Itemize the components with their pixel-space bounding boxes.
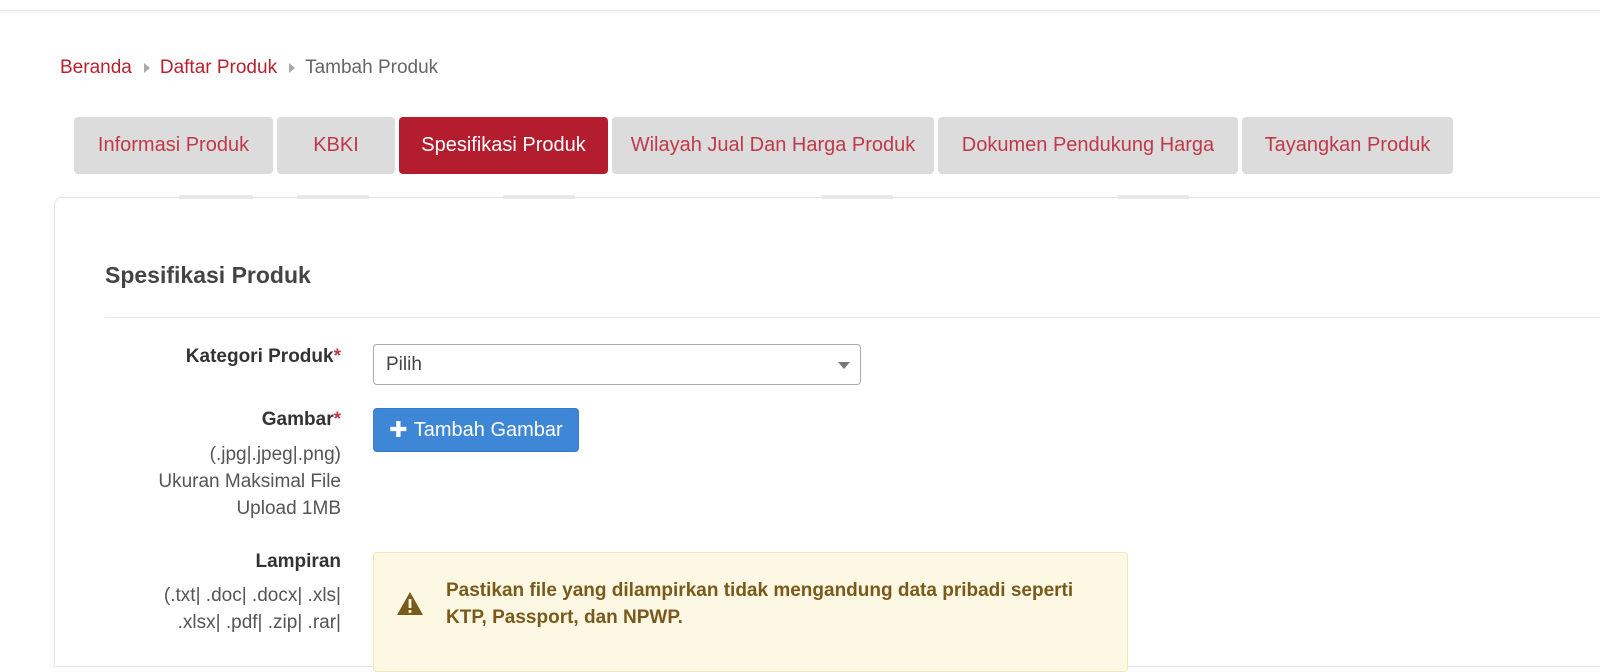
privacy-warning-alert: Pastikan file yang dilampirkan tidak men… xyxy=(373,552,1128,672)
tab-wilayah-jual-harga[interactable]: Wilayah Jual Dan Harga Produk xyxy=(612,117,934,174)
warning-icon xyxy=(397,592,423,615)
lampiran-label: Lampiran xyxy=(255,551,341,573)
breadcrumb-product-list-link[interactable]: Daftar Produk xyxy=(160,57,277,79)
gambar-hint-size-line2: Upload 1MB xyxy=(236,498,341,519)
gambar-label: Gambar* xyxy=(262,409,341,431)
tambah-gambar-label: Tambah Gambar xyxy=(413,418,563,441)
spesifikasi-card: Spesifikasi Produk Kategori Produk* Pili… xyxy=(54,195,1600,672)
tab-informasi-produk[interactable]: Informasi Produk xyxy=(74,117,273,174)
gambar-label-text: Gambar xyxy=(261,409,334,430)
section-title: Spesifikasi Produk xyxy=(105,262,311,288)
breadcrumb-home-link[interactable]: Beranda xyxy=(60,57,132,79)
gambar-hint-formats: (.jpg|.jpeg|.png) xyxy=(209,444,341,465)
tab-spesifikasi-produk[interactable]: Spesifikasi Produk xyxy=(399,117,608,174)
top-navbar xyxy=(0,0,1600,11)
required-mark: * xyxy=(333,346,341,367)
breadcrumb: Beranda Daftar Produk Tambah Produk xyxy=(60,55,438,81)
breadcrumb-current: Tambah Produk xyxy=(305,57,439,78)
product-step-tabs: Informasi Produk KBKI Spesifikasi Produk… xyxy=(74,117,1453,174)
lampiran-label-text: Lampiran xyxy=(255,551,341,572)
breadcrumb-separator-icon xyxy=(143,63,150,73)
chevron-down-icon xyxy=(838,362,850,369)
lampiran-hint-formats-line1: (.txt| .doc| .docx| .xls| xyxy=(163,585,341,606)
plus-icon: ✚ xyxy=(389,417,408,442)
kategori-produk-label-text: Kategori Produk xyxy=(185,346,334,367)
section-divider xyxy=(105,317,1600,318)
lampiran-hint: (.txt| .doc| .docx| .xls| .xlsx| .pdf| .… xyxy=(164,582,341,636)
kategori-produk-selected-value: Pilih xyxy=(386,353,422,375)
kategori-produk-label: Kategori Produk* xyxy=(186,346,341,368)
breadcrumb-separator-icon xyxy=(289,63,296,73)
kategori-produk-select[interactable]: Pilih xyxy=(373,344,861,385)
privacy-warning-text: Pastikan file yang dilampirkan tidak men… xyxy=(446,580,1074,628)
gambar-hint-size-line1: Ukuran Maksimal File xyxy=(158,471,341,492)
tab-dokumen-pendukung-harga[interactable]: Dokumen Pendukung Harga xyxy=(938,117,1238,174)
gambar-hint: (.jpg|.jpeg|.png) Ukuran Maksimal File U… xyxy=(158,441,341,522)
tambah-gambar-button[interactable]: ✚ Tambah Gambar xyxy=(373,408,579,452)
tab-kbki[interactable]: KBKI xyxy=(277,117,395,174)
required-mark: * xyxy=(333,409,341,430)
tab-tayangkan-produk[interactable]: Tayangkan Produk xyxy=(1242,117,1453,174)
lampiran-hint-formats-line2: .xlsx| .pdf| .zip| .rar| xyxy=(177,612,341,633)
